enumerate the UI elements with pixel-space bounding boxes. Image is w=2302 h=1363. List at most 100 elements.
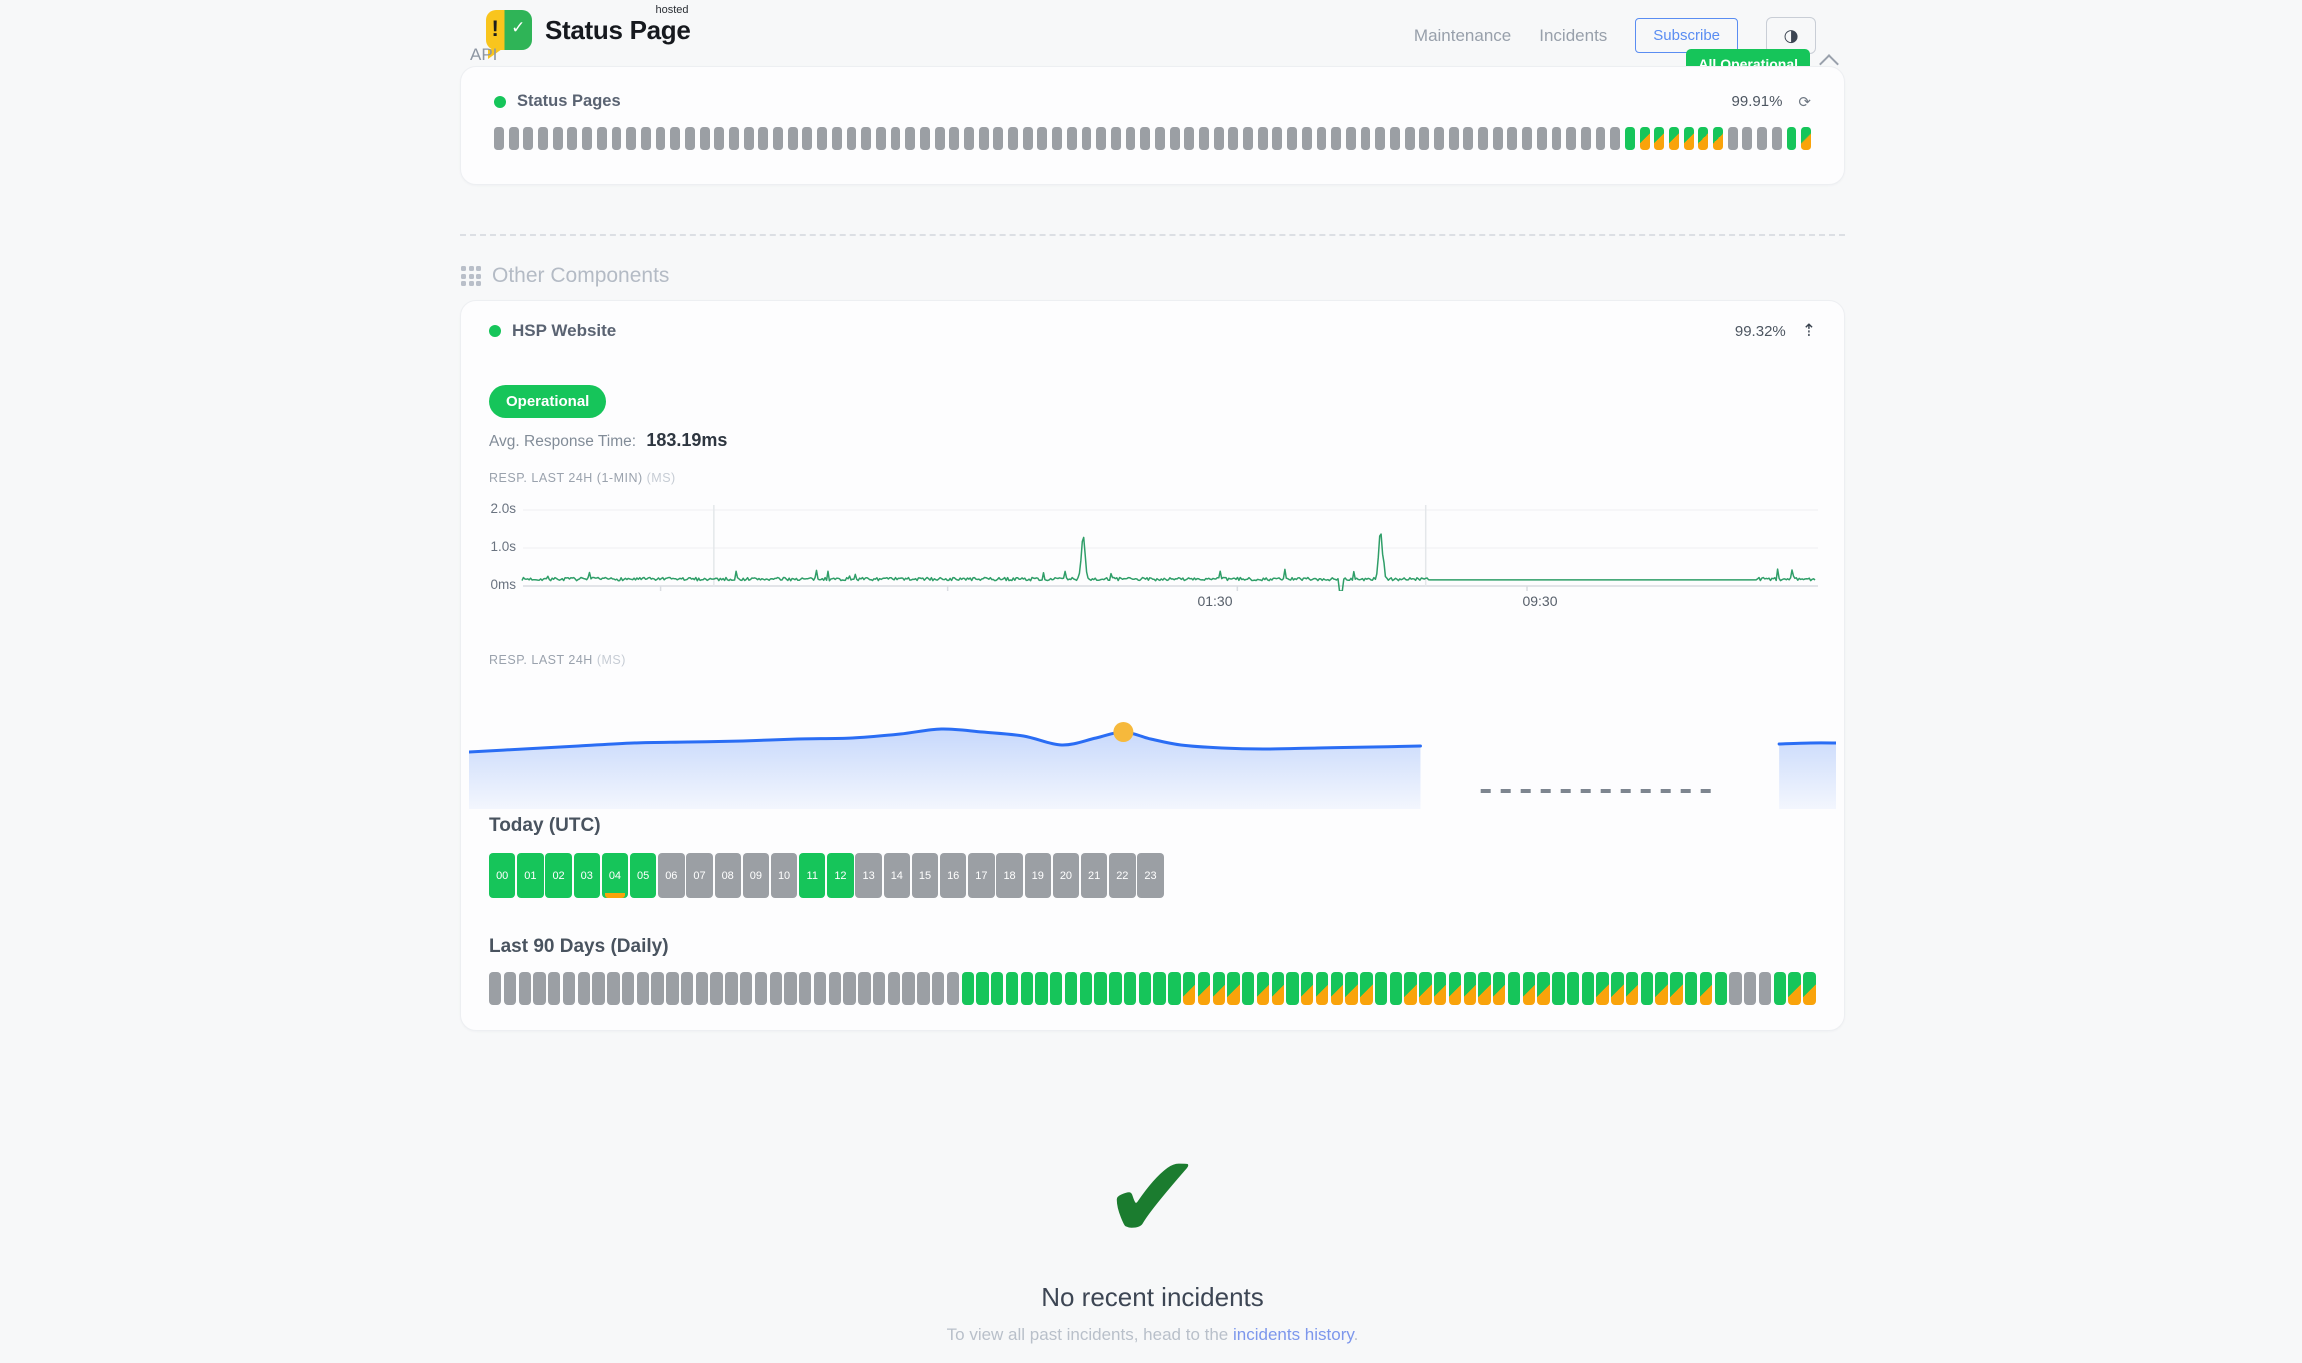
hour-cell-20[interactable]: 20: [1053, 853, 1079, 898]
uptime-bar-none[interactable]: [843, 972, 855, 1005]
uptime-bar-partial[interactable]: [1257, 972, 1269, 1005]
uptime-bar-none[interactable]: [548, 972, 560, 1005]
uptime-bar-partial[interactable]: [1493, 972, 1505, 1005]
uptime-bar-up[interactable]: [1109, 972, 1121, 1005]
uptime-bar-none[interactable]: [832, 127, 842, 150]
uptime-bar-up[interactable]: [1139, 972, 1151, 1005]
uptime-bar-none[interactable]: [523, 127, 533, 150]
uptime-bar-none[interactable]: [1067, 127, 1077, 150]
uptime-bar-none[interactable]: [504, 972, 516, 1005]
uptime-bar-partial[interactable]: [1698, 127, 1708, 150]
uptime-bar-none[interactable]: [1463, 127, 1473, 150]
uptime-bar-up[interactable]: [1065, 972, 1077, 1005]
hour-cell-10[interactable]: 10: [771, 853, 797, 898]
uptime-bar-up[interactable]: [1508, 972, 1520, 1005]
uptime-bar-up[interactable]: [1006, 972, 1018, 1005]
uptime-bar-none[interactable]: [1742, 127, 1752, 150]
uptime-bar-none[interactable]: [641, 127, 651, 150]
uptime-bar-none[interactable]: [947, 972, 959, 1005]
uptime-bar-none[interactable]: [1728, 127, 1738, 150]
uptime-bar-up[interactable]: [1094, 972, 1106, 1005]
uptime-bar-partial[interactable]: [1183, 972, 1195, 1005]
uptime-bar-up[interactable]: [1567, 972, 1579, 1005]
uptime-bar-none[interactable]: [725, 972, 737, 1005]
uptime-bar-none[interactable]: [755, 972, 767, 1005]
uptime-bar-none[interactable]: [696, 972, 708, 1005]
uptime-bar-partial[interactable]: [1803, 972, 1815, 1005]
uptime-bar-none[interactable]: [1140, 127, 1150, 150]
hour-cell-06[interactable]: 06: [658, 853, 684, 898]
uptime-bar-up[interactable]: [976, 972, 988, 1005]
hour-cell-18[interactable]: 18: [996, 853, 1022, 898]
uptime-bar-none[interactable]: [597, 127, 607, 150]
uptime-bar-partial[interactable]: [1788, 972, 1800, 1005]
uptime-bar-partial[interactable]: [1272, 972, 1284, 1005]
uptime-bar-none[interactable]: [1155, 127, 1165, 150]
uptime-bar-partial[interactable]: [1684, 127, 1694, 150]
uptime-bar-none[interactable]: [1772, 127, 1782, 150]
uptime-bar-partial[interactable]: [1360, 972, 1372, 1005]
uptime-bar-none[interactable]: [814, 972, 826, 1005]
uptime-bar-none[interactable]: [509, 127, 519, 150]
uptime-bar-none[interactable]: [1552, 127, 1562, 150]
uptime-bar-none[interactable]: [888, 972, 900, 1005]
uptime-bar-up[interactable]: [1685, 972, 1697, 1005]
uptime-bar-none[interactable]: [489, 972, 501, 1005]
hour-cell-12[interactable]: 12: [827, 853, 853, 898]
uptime-bar-none[interactable]: [1507, 127, 1517, 150]
uptime-bar-partial[interactable]: [1801, 127, 1811, 150]
hour-cell-05[interactable]: 05: [630, 853, 656, 898]
uptime-bar-none[interactable]: [670, 127, 680, 150]
uptime-bar-partial[interactable]: [1626, 972, 1638, 1005]
uptime-bar-partial[interactable]: [1611, 972, 1623, 1005]
uptime-bar-partial[interactable]: [1316, 972, 1328, 1005]
uptime-bar-none[interactable]: [700, 127, 710, 150]
uptime-bar-none[interactable]: [1214, 127, 1224, 150]
uptime-bar-none[interactable]: [817, 127, 827, 150]
hour-cell-16[interactable]: 16: [940, 853, 966, 898]
uptime-bar-up[interactable]: [962, 972, 974, 1005]
uptime-bar-none[interactable]: [710, 972, 722, 1005]
uptime-bar-up[interactable]: [1390, 972, 1402, 1005]
uptime-bar-partial[interactable]: [1640, 127, 1650, 150]
uptime-bar-none[interactable]: [1390, 127, 1400, 150]
uptime-bar-none[interactable]: [740, 972, 752, 1005]
uptime-bar-up[interactable]: [991, 972, 1003, 1005]
uptime-bar-up[interactable]: [1375, 972, 1387, 1005]
hour-cell-13[interactable]: 13: [855, 853, 881, 898]
uptime-bar-none[interactable]: [1757, 127, 1767, 150]
uptime-bar-up[interactable]: [1641, 972, 1653, 1005]
uptime-bar-up[interactable]: [1050, 972, 1062, 1005]
uptime-bar-none[interactable]: [1566, 127, 1576, 150]
refresh-icon[interactable]: ⟳: [1798, 93, 1811, 111]
uptime-bar-none[interactable]: [1522, 127, 1532, 150]
uptime-bar-none[interactable]: [1493, 127, 1503, 150]
uptime-bar-none[interactable]: [1302, 127, 1312, 150]
area-chart-canvas[interactable]: [469, 679, 1836, 809]
uptime-bar-partial[interactable]: [1434, 972, 1446, 1005]
hour-cell-14[interactable]: 14: [884, 853, 910, 898]
uptime-bar-partial[interactable]: [1301, 972, 1313, 1005]
uptime-bar-none[interactable]: [861, 127, 871, 150]
uptime-bar-none[interactable]: [1082, 127, 1092, 150]
uptime-bar-none[interactable]: [563, 972, 575, 1005]
uptime-bar-none[interactable]: [917, 972, 929, 1005]
uptime-bar-partial[interactable]: [1669, 127, 1679, 150]
uptime-bar-partial[interactable]: [1464, 972, 1476, 1005]
uptime-bar-none[interactable]: [799, 972, 811, 1005]
hour-cell-23[interactable]: 23: [1137, 853, 1163, 898]
uptime-bar-none[interactable]: [1744, 972, 1756, 1005]
uptime-bar-none[interactable]: [1317, 127, 1327, 150]
hour-cell-11[interactable]: 11: [799, 853, 825, 898]
hour-cell-15[interactable]: 15: [912, 853, 938, 898]
uptime-bar-none[interactable]: [770, 972, 782, 1005]
uptime-bar-partial[interactable]: [1478, 972, 1490, 1005]
uptime-bar-up[interactable]: [1168, 972, 1180, 1005]
subscribe-button[interactable]: Subscribe: [1635, 18, 1738, 53]
uptime-bar-up[interactable]: [1124, 972, 1136, 1005]
uptime-bar-none[interactable]: [681, 972, 693, 1005]
uptime-bar-none[interactable]: [1729, 972, 1741, 1005]
uptime-bar-up[interactable]: [1787, 127, 1797, 150]
uptime-bar-none[interactable]: [533, 972, 545, 1005]
uptime-bar-partial[interactable]: [1596, 972, 1608, 1005]
